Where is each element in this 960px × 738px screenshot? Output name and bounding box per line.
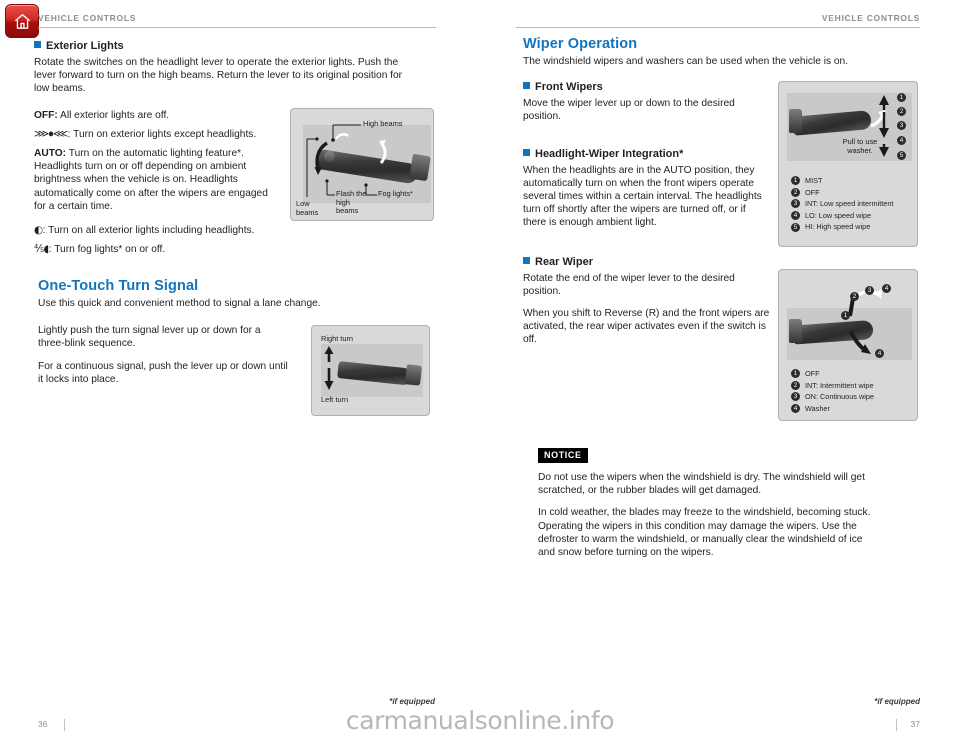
notice-tag: NOTICE [538, 448, 588, 463]
square-bullet-icon [34, 41, 41, 48]
exterior-lights-item-auto: AUTO: Turn on the automatic lighting fea… [34, 148, 268, 212]
callout-4b: 4 [875, 349, 884, 358]
header-rule-right [516, 27, 920, 28]
legend-item: 4 LO: Low speed wipe [791, 210, 893, 222]
one-touch-turn-signal-section: One-Touch Turn Signal Use this quick and… [38, 278, 358, 395]
parking-lights-symbol: ⋙⦁⋘ [34, 128, 68, 140]
callout-3: 3 [865, 286, 874, 295]
legend-label: ON: Continuous wipe [805, 392, 874, 402]
one-touch-turn-signal-p2: For a continuous signal, push the lever … [38, 360, 288, 385]
caption-left-turn: Left turn [321, 395, 349, 404]
callout-5: 5 [897, 151, 906, 160]
front-wiper-caption: Pull to use washer. [842, 137, 878, 155]
callout-1: 1 [897, 93, 906, 102]
rear-wiper-legend: 1 OFF 2 INT: Intermittent wipe 3 ON: Con… [791, 368, 874, 414]
exterior-lights-section: Exterior Lights Rotate the switches on t… [34, 40, 444, 105]
legend-item: 4 Washer [791, 403, 874, 415]
running-head-left: VEHICLE CONTROLS [38, 13, 137, 23]
legend-number: 3 [791, 392, 800, 402]
callout-4: 4 [897, 136, 906, 145]
front-wipers-text: Move the wiper lever up or down to the d… [523, 98, 735, 123]
caption-flash-high-beams: Flash the high beams [336, 189, 367, 216]
headlight-symbol: ◐ [34, 224, 43, 236]
legend-number: 3 [791, 199, 800, 209]
callout-2: 2 [850, 292, 859, 301]
home-button[interactable] [5, 4, 39, 38]
legend-label: HI: High speed wipe [805, 222, 871, 232]
notice-block: NOTICE Do not use the wipers when the wi… [538, 445, 883, 568]
notice-paragraph-2: In cold weather, the blades may freeze t… [538, 507, 871, 559]
legend-item: 2 OFF [791, 187, 893, 199]
if-equipped-note-left: *if equipped [389, 697, 435, 706]
page-number-left: 36 [38, 719, 48, 729]
rear-wiper-text-2: When you shift to Reverse (R) and the fr… [523, 308, 770, 346]
callout-3: 3 [897, 121, 906, 130]
running-head-right: VEHICLE CONTROLS [821, 13, 920, 23]
notice-paragraph-1: Do not use the wipers when the windshiel… [538, 472, 865, 497]
legend-number: 4 [791, 404, 800, 414]
callout-1: 1 [841, 311, 850, 320]
front-wiper-legend: 1 MIST 2 OFF 3 INT: Low speed intermitte… [791, 175, 893, 233]
legend-item: 3 INT: Low speed intermittent [791, 198, 893, 210]
caption-high-beams: High beams [363, 119, 403, 128]
rear-wiper-heading: Rear Wiper [523, 256, 823, 268]
turn-signal-lever-figure: Right turn Left turn [311, 325, 430, 416]
folio-divider-right [896, 719, 897, 731]
manual-page-spread: VEHICLE CONTROLS Exterior Lights Rotate … [0, 0, 960, 738]
legend-item: 3 ON: Continuous wipe [791, 391, 874, 403]
one-touch-turn-signal-heading: One-Touch Turn Signal [38, 278, 199, 294]
right-page: VEHICLE CONTROLS Wiper Operation The win… [480, 0, 960, 738]
legend-label: LO: Low speed wipe [805, 210, 872, 220]
headlight-wiper-integration-text: When the headlights are in the AUTO posi… [523, 164, 762, 229]
home-icon [13, 12, 32, 31]
front-wiper-lever-figure: 1 2 3 4 5 Pull to use washer. 1 MIST 2 O… [778, 81, 918, 247]
caption-fog-lights: Fog lights* [378, 189, 413, 198]
headlight-lever-figure: High beams Fog lights* Flash the high be… [290, 108, 434, 221]
wiper-operation-lead: The windshield wipers and washers can be… [523, 56, 849, 67]
square-bullet-icon [523, 256, 530, 264]
header-rule-left [38, 27, 436, 28]
legend-item: 1 OFF [791, 368, 874, 380]
page-number-right: 37 [910, 719, 920, 729]
exterior-lights-intro: Rotate the switches on the headlight lev… [34, 57, 403, 95]
legend-label: INT: Low speed intermittent [805, 199, 894, 209]
exterior-lights-heading: Exterior Lights [34, 40, 444, 52]
callout-4: 4 [882, 284, 891, 293]
legend-label: INT: Intermittent wipe [805, 380, 874, 390]
one-touch-turn-signal-p1: Lightly push the turn signal lever up or… [38, 325, 261, 350]
legend-label: MIST [805, 176, 823, 185]
exterior-lights-item-parking: ⋙⦁⋘: Turn on exterior lights except head… [34, 128, 257, 140]
legend-item: 2 INT: Intermittent wipe [791, 380, 874, 392]
legend-number: 5 [791, 222, 800, 232]
legend-item: 1 MIST [791, 175, 893, 187]
folio-divider-left [64, 719, 65, 731]
legend-label: OFF [805, 369, 820, 378]
legend-item: 5 HI: High speed wipe [791, 221, 893, 233]
legend-label: OFF [805, 187, 820, 197]
if-equipped-note-right: *if equipped [874, 697, 920, 706]
exterior-lights-item-headlights: ◐: Turn on all exterior lights including… [34, 224, 255, 236]
rear-wiper-lever-figure: 1 2 3 4 4 1 OFF 2 INT: Intermittent wipe… [778, 269, 918, 421]
exterior-lights-item-off: OFF: All exterior lights are off. [34, 110, 170, 121]
square-bullet-icon [523, 82, 530, 90]
caption-right-turn: Right turn [321, 334, 354, 343]
left-page: VEHICLE CONTROLS Exterior Lights Rotate … [0, 0, 480, 738]
exterior-lights-item-fog: ⅘◖: Turn fog lights* on or off. [34, 243, 166, 255]
legend-number: 2 [791, 380, 800, 390]
legend-number: 2 [791, 187, 800, 197]
legend-number: 1 [791, 369, 800, 379]
fog-light-symbol: ⅘◖ [34, 243, 49, 255]
legend-number: 4 [791, 211, 800, 221]
caption-low-beams: Low beams [296, 199, 319, 217]
rear-wiper-text-1: Rotate the end of the wiper lever to the… [523, 272, 735, 297]
square-bullet-icon [523, 148, 530, 156]
wiper-operation-heading: Wiper Operation [523, 36, 638, 52]
one-touch-turn-signal-lead: Use this quick and convenient method to … [38, 298, 321, 309]
legend-label: Washer [805, 403, 830, 413]
callout-2: 2 [897, 107, 906, 116]
legend-number: 1 [791, 176, 800, 186]
